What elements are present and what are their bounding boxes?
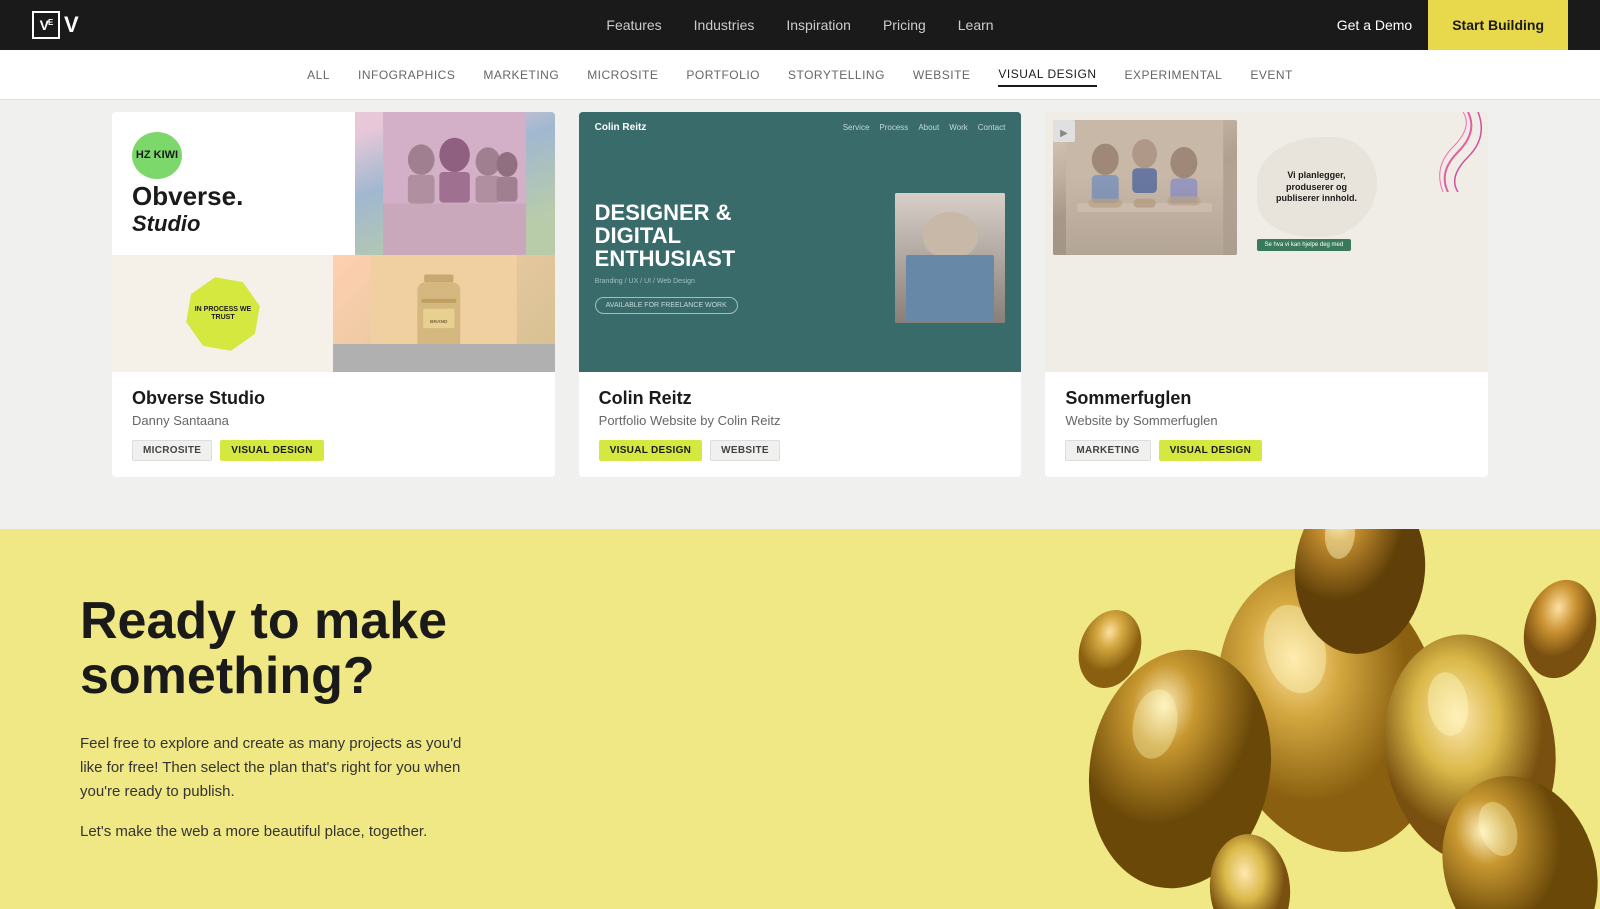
sommer-main-photo — [1053, 120, 1236, 255]
card-colin-reitz[interactable]: Colin Reitz Service Process About Work C… — [579, 112, 1022, 477]
card-image-obverse: HZ KIWI Obverse. Studio — [112, 112, 555, 372]
cta-text-area: Ready to make something? Feel free to ex… — [80, 594, 580, 843]
obverse-logo-area: HZ KIWI Obverse. Studio — [112, 112, 355, 255]
sommer-icon: ▶ — [1053, 120, 1075, 147]
svg-text:▶: ▶ — [1060, 128, 1068, 139]
tag-visual-design-obverse[interactable]: VISUAL DESIGN — [220, 440, 324, 461]
filter-bar: ALL INFOGRAPHICS MARKETING MICROSITE POR… — [0, 50, 1600, 100]
colin-content-area: DESIGNER & DIGITAL ENTHUSIAST Branding /… — [579, 143, 1022, 372]
card-tags-obverse: MICROSITE VISUAL DESIGN — [132, 440, 535, 461]
cta-body-2: Let's make the web a more beautiful plac… — [80, 820, 480, 844]
colin-text-area: DESIGNER & DIGITAL ENTHUSIAST Branding /… — [595, 201, 880, 314]
logo[interactable]: VE V — [32, 11, 78, 39]
card-image-sommerfuglen: ▶ — [1045, 112, 1488, 372]
filter-marketing[interactable]: MARKETING — [483, 64, 559, 86]
nav-right: Get a Demo Start Building — [1337, 0, 1568, 50]
obverse-team-photo — [355, 112, 554, 255]
svg-text:BRAND: BRAND — [430, 319, 448, 325]
colin-nav-bar: Colin Reitz Service Process About Work C… — [579, 112, 1022, 143]
nav: VE V Features Industries Inspiration Pri… — [0, 0, 1600, 50]
colin-subheading: Branding / UX / UI / Web Design — [595, 278, 880, 285]
card-content-colin: Colin Reitz Portfolio Website by Colin R… — [579, 372, 1022, 477]
obverse-sub-title: Studio — [132, 213, 335, 235]
filter-all[interactable]: ALL — [307, 64, 330, 86]
card-sommerfuglen[interactable]: ▶ — [1045, 112, 1488, 477]
card-subtitle-colin: Portfolio Website by Colin Reitz — [599, 413, 1002, 428]
sommer-cta-text: Se hva vi kan hjelpe deg med — [1257, 239, 1352, 251]
tag-microsite[interactable]: MICROSITE — [132, 440, 212, 461]
filter-visual-design[interactable]: VISUAL DESIGN — [998, 63, 1096, 87]
nav-links: Features Industries Inspiration Pricing … — [606, 17, 993, 33]
tag-visual-design-colin[interactable]: VISUAL DESIGN — [599, 440, 703, 461]
card-title-obverse: Obverse Studio — [132, 388, 535, 409]
card-obverse-studio[interactable]: HZ KIWI Obverse. Studio — [112, 112, 555, 477]
sommer-quote-blob: Vi planlegger, produserer og publiserer … — [1257, 137, 1377, 237]
obverse-stamp-area: IN PROCESS WE TRUST — [112, 255, 333, 372]
colin-freelance-btn: AVAILABLE FOR FREELANCE WORK — [595, 297, 738, 314]
colin-nav-work: Work — [949, 123, 968, 132]
start-building-button[interactable]: Start Building — [1428, 0, 1568, 50]
cta-body-1: Feel free to explore and create as many … — [80, 732, 480, 804]
filter-event[interactable]: EVENT — [1250, 64, 1293, 86]
card-subtitle-obverse: Danny Santaana — [132, 413, 535, 428]
filter-storytelling[interactable]: STORYTELLING — [788, 64, 885, 86]
card-title-sommerfuglen: Sommerfuglen — [1065, 388, 1468, 409]
filter-microsite[interactable]: MICROSITE — [587, 64, 658, 86]
tag-marketing-sommer[interactable]: MARKETING — [1065, 440, 1150, 461]
filter-infographics[interactable]: INFOGRAPHICS — [358, 64, 455, 86]
colin-nav-service: Service — [843, 123, 870, 132]
nav-learn[interactable]: Learn — [958, 17, 994, 33]
colin-nav-contact: Contact — [978, 123, 1006, 132]
colin-profile-photo — [895, 193, 1005, 323]
obverse-kiwi-badge: HZ KIWI — [132, 132, 182, 179]
cta-visual — [940, 529, 1600, 909]
sommer-quote-text: Vi planlegger, produserer og publiserer … — [1273, 170, 1361, 205]
sommer-pink-art — [1408, 112, 1488, 192]
obverse-bottle-area: BRAND — [333, 255, 554, 372]
sommer-bottom-area — [1045, 263, 1488, 372]
card-tags-colin: VISUAL DESIGN WEBSITE — [599, 440, 1002, 461]
tag-visual-design-sommer[interactable]: VISUAL DESIGN — [1159, 440, 1263, 461]
get-demo-link[interactable]: Get a Demo — [1337, 17, 1412, 33]
card-content-sommerfuglen: Sommerfuglen Website by Sommerfuglen MAR… — [1045, 372, 1488, 477]
colin-headline: DESIGNER & DIGITAL ENTHUSIAST — [595, 201, 880, 270]
filter-website[interactable]: WEBSITE — [913, 64, 971, 86]
nav-features[interactable]: Features — [606, 17, 661, 33]
card-image-colin: Colin Reitz Service Process About Work C… — [579, 112, 1022, 372]
card-title-colin: Colin Reitz — [599, 388, 1002, 409]
card-subtitle-sommerfuglen: Website by Sommerfuglen — [1065, 413, 1468, 428]
card-content-obverse: Obverse Studio Danny Santaana MICROSITE … — [112, 372, 555, 477]
colin-nav-process: Process — [879, 123, 908, 132]
colin-nav-logo: Colin Reitz — [595, 122, 647, 133]
logo-icon: VE — [32, 11, 60, 39]
filter-experimental[interactable]: EXPERIMENTAL — [1125, 64, 1223, 86]
card-tags-sommerfuglen: MARKETING VISUAL DESIGN — [1065, 440, 1468, 461]
nav-inspiration[interactable]: Inspiration — [786, 17, 851, 33]
obverse-bottom-bar — [333, 344, 554, 372]
cta-section: Ready to make something? Feel free to ex… — [0, 529, 1600, 909]
nav-pricing[interactable]: Pricing — [883, 17, 926, 33]
filter-portfolio[interactable]: PORTFOLIO — [686, 64, 760, 86]
tag-website-colin[interactable]: WEBSITE — [710, 440, 780, 461]
cards-grid: HZ KIWI Obverse. Studio — [100, 100, 1500, 489]
logo-text: V — [64, 12, 78, 38]
cards-section: HZ KIWI Obverse. Studio — [0, 100, 1600, 529]
obverse-main-title: Obverse. — [132, 183, 335, 209]
cta-heading: Ready to make something? — [80, 594, 580, 703]
nav-industries[interactable]: Industries — [694, 17, 755, 33]
colin-nav-items: Service Process About Work Contact — [843, 123, 1006, 132]
colin-nav-about: About — [918, 123, 939, 132]
